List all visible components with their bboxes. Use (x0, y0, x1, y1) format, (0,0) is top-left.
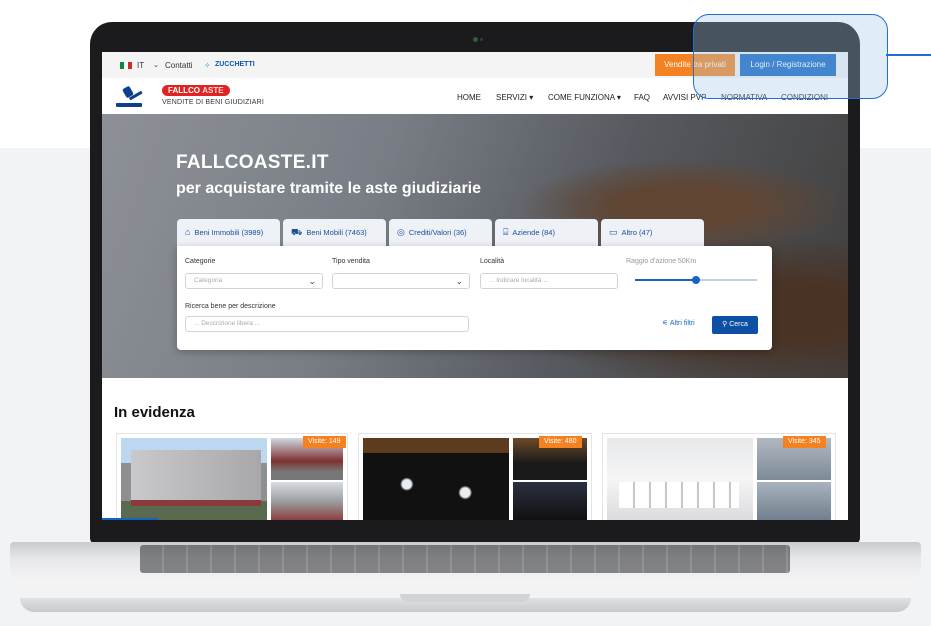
nav-home[interactable]: HOME (457, 93, 481, 102)
nav-faq[interactable]: FAQ (634, 93, 650, 102)
hero-subtitle: per acquistare tramite le aste giudiziar… (176, 180, 482, 197)
listing-thumb[interactable] (513, 482, 587, 520)
descrizione-input[interactable]: ... Descrizione libera ... (185, 316, 469, 332)
zucchetti-link[interactable]: ZUCCHETTI (215, 61, 255, 68)
tab-beni-immobili[interactable]: ⌂ Beni Immobili (3989) (177, 219, 280, 246)
tab-label: Altro (621, 228, 637, 237)
camera-icon (473, 37, 478, 42)
tab-count: (3989) (241, 228, 264, 237)
brand-tagline: VENDITE DI BENI GIUDIZIARI (162, 99, 265, 106)
tab-label: Crediti/Valori (408, 228, 452, 237)
listing-photo-jewelry[interactable] (363, 438, 509, 520)
visite-badge: Visite: 480 (539, 436, 582, 448)
listing-thumb[interactable] (757, 482, 831, 520)
italy-flag-icon (120, 62, 132, 69)
raggio-slider-handle[interactable] (692, 276, 700, 284)
listing-card[interactable]: Visite: 480 (358, 433, 592, 520)
visite-badge: Visite: 149 (303, 436, 346, 448)
visite-badge: Visite: 345 (783, 436, 826, 448)
tab-label: Aziende (512, 228, 540, 237)
tab-label: Beni Immobili (194, 228, 240, 237)
cerca-button[interactable]: ⚲ Cerca (712, 316, 758, 334)
categoria-select[interactable]: Categoria ⌄ (185, 273, 323, 289)
chevron-down-icon: ⌄ (455, 276, 463, 286)
in-evidenza-title: In evidenza (114, 404, 195, 421)
altri-filtri-button[interactable]: ⚟ Altri filtri (662, 319, 695, 327)
altri-filtri-label: Altri filtri (669, 320, 695, 327)
tab-count: (7463) (345, 228, 367, 237)
localita-label: Località (480, 258, 505, 265)
brand-main: FALLCO (168, 86, 200, 95)
scroll-indicator (102, 518, 158, 520)
car-icon: ⛟ (291, 227, 303, 237)
factory-icon: ⌸ (503, 227, 509, 237)
coin-icon: ◎ (397, 227, 405, 237)
tipo-vendita-label: Tipo vendita (332, 258, 370, 265)
laptop-keyboard (140, 545, 790, 573)
tab-aziende[interactable]: ⌸ Aziende (84) (495, 219, 598, 246)
tab-crediti-valori[interactable]: ◎ Crediti/Valori (36) (389, 219, 492, 246)
gavel-logo-icon (116, 86, 143, 107)
laptop-notch (400, 594, 530, 602)
descrizione-label: Ricerca bene per descrizione (185, 303, 276, 310)
raggio-label: Raggio d'azione 50Km (626, 258, 697, 265)
listing-photo-truck[interactable] (121, 438, 267, 520)
categorie-label: Categorie (185, 258, 216, 265)
tab-beni-mobili[interactable]: ⛟ Beni Mobili (7463) (283, 219, 386, 246)
tab-count: (36) (453, 228, 467, 237)
house-icon: ⌂ (185, 227, 191, 237)
listing-card[interactable]: Visite: 345 (602, 433, 836, 520)
localita-input[interactable]: ... Indicare località ... (480, 273, 618, 289)
nav-come-funziona[interactable]: COME FUNZIONA ▾ (548, 93, 621, 102)
hero-title: FALLCOASTE.IT (176, 152, 329, 173)
language-selector[interactable]: IT (137, 61, 144, 70)
search-icon: ⚲ (722, 321, 728, 328)
tipo-vendita-select[interactable]: ⌄ (332, 273, 470, 289)
search-panel: Categorie Categoria ⌄ Tipo vendita ⌄ Loc… (177, 246, 772, 350)
tab-label: Beni Mobili (306, 228, 344, 237)
callout-line (886, 54, 931, 56)
laptop-screen: IT ⌄ Contatti ✧ ZUCCHETTI Vendite tra pr… (102, 52, 848, 520)
categoria-placeholder: Categoria (194, 277, 223, 284)
contatti-link[interactable]: Contatti (165, 61, 193, 70)
cerca-label: Cerca (729, 321, 748, 328)
sliders-icon: ⚟ (662, 320, 669, 327)
brand-accent: ASTE (202, 86, 224, 95)
camera-sensor (480, 38, 483, 41)
listing-thumb[interactable] (271, 482, 343, 520)
raggio-slider-fill (635, 279, 696, 281)
tab-altro[interactable]: ▭ Altro (47) (601, 219, 704, 246)
zucchetti-logo-icon: ✧ (204, 61, 211, 70)
chevron-down-icon[interactable]: ⌄ (153, 61, 159, 69)
tab-count: (47) (639, 228, 653, 237)
brand-badge[interactable]: FALLCO ASTE (162, 85, 230, 96)
listing-card[interactable]: Visite: 149 (116, 433, 348, 520)
chevron-down-icon: ⌄ (308, 276, 316, 286)
calendar-icon: ▭ (609, 227, 618, 237)
tab-count: (84) (541, 228, 555, 237)
nav-servizi[interactable]: SERVIZI ▾ (496, 93, 533, 102)
login-highlight-callout (693, 14, 888, 99)
listing-photo-bracelets[interactable] (607, 438, 753, 520)
